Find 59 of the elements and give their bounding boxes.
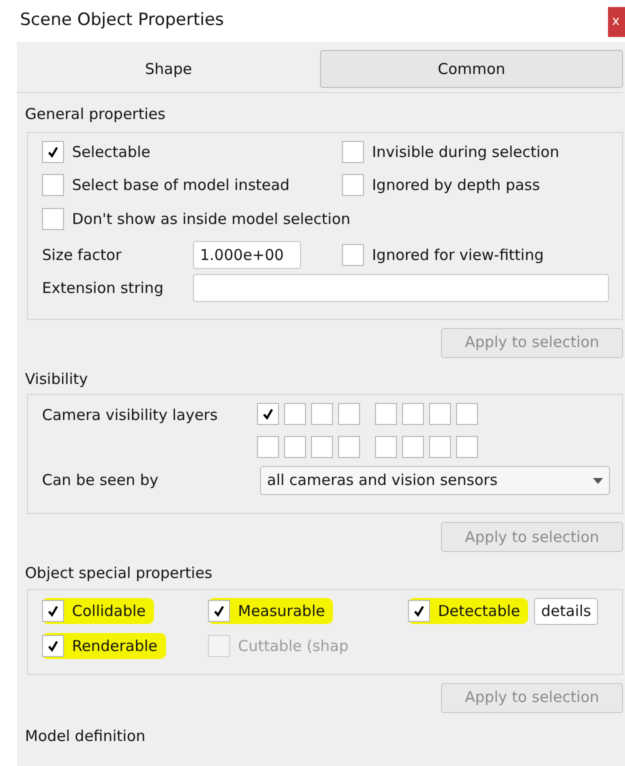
checkbox[interactable] [42, 174, 64, 196]
checkbox[interactable] [456, 436, 478, 458]
checkmark-icon [262, 408, 274, 420]
section-title: General properties [25, 105, 166, 123]
checkbox-label[interactable]: Ignored by depth pass [372, 174, 540, 196]
checkbox[interactable] [284, 403, 306, 425]
checkbox[interactable] [375, 403, 397, 425]
checkbox[interactable] [375, 436, 397, 458]
checkmark-icon [47, 605, 59, 617]
checkbox-label[interactable]: Measurable [238, 600, 325, 622]
checkbox[interactable] [402, 436, 424, 458]
section-title: Visibility [25, 370, 88, 388]
checkbox-label[interactable]: Selectable [72, 140, 150, 163]
checkmark-icon [47, 640, 59, 652]
checkbox[interactable] [338, 436, 360, 458]
checkbox[interactable] [342, 174, 364, 196]
field-label: Size factor [42, 244, 123, 266]
checkbox-label[interactable]: Select base of model instead [72, 174, 290, 196]
checkbox[interactable] [429, 403, 451, 425]
checkbox-label[interactable]: Collidable [72, 600, 146, 622]
tab[interactable]: Shape [17, 50, 320, 88]
checkbox[interactable] [311, 403, 333, 425]
checkbox[interactable] [284, 436, 306, 458]
camera-dropdown[interactable]: all cameras and vision sensors [260, 466, 610, 495]
size-factor-field[interactable]: 1.000e+00 [193, 241, 301, 269]
extension-string-field[interactable] [193, 274, 609, 302]
checkbox[interactable] [208, 600, 230, 622]
checkbox[interactable] [257, 403, 279, 425]
checkmark-icon [213, 605, 225, 617]
dropdown-arrow-icon [593, 478, 603, 484]
section-title: Object special properties [25, 564, 212, 582]
checkbox[interactable] [42, 600, 64, 622]
checkbox[interactable] [311, 436, 333, 458]
details-button[interactable]: details [534, 598, 598, 624]
field-label: Extension string [42, 278, 164, 299]
checkbox[interactable] [456, 403, 478, 425]
checkmark-icon [47, 146, 59, 158]
checkbox-label[interactable]: Don't show as inside model selection [72, 208, 350, 230]
field-label: Camera visibility layers [42, 405, 219, 426]
checkbox[interactable] [42, 634, 64, 657]
section-title: Model definition [25, 726, 146, 744]
checkbox[interactable] [42, 208, 64, 230]
checkbox[interactable] [402, 403, 424, 425]
checkbox[interactable] [408, 600, 430, 622]
checkbox-label[interactable]: Detectable [438, 600, 520, 622]
checkbox[interactable] [338, 403, 360, 425]
checkbox[interactable] [342, 140, 364, 163]
checkmark-icon [413, 605, 425, 617]
window-title: Scene Object Properties [20, 9, 224, 32]
field-label: Can be seen by [42, 470, 160, 492]
checkbox-label[interactable]: Invisible during selection [372, 140, 560, 163]
checkbox[interactable] [42, 140, 64, 163]
checkbox[interactable] [429, 436, 451, 458]
checkbox-label[interactable]: Ignored for view-fitting [372, 244, 544, 266]
checkbox[interactable] [342, 244, 364, 266]
checkbox-label[interactable]: Renderable [72, 634, 158, 657]
tab[interactable]: Common [320, 50, 623, 88]
close-button[interactable]: x [608, 7, 625, 37]
checkbox[interactable] [257, 436, 279, 458]
